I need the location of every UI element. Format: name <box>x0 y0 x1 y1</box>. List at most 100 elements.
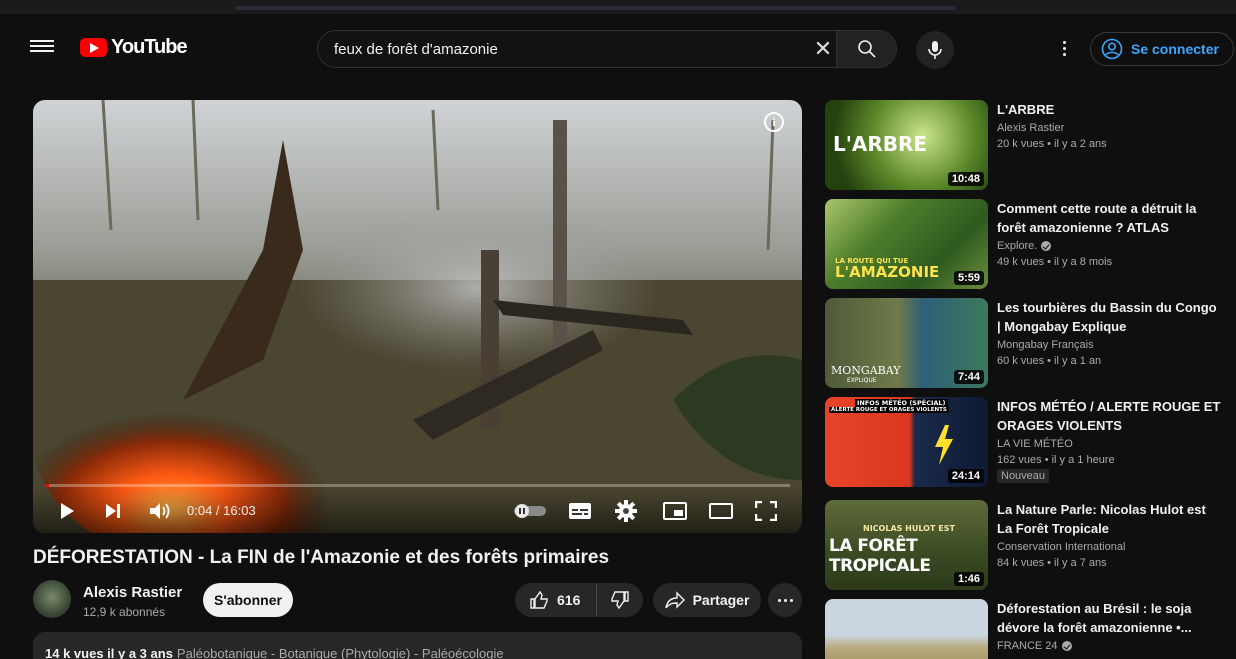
description-tags[interactable]: Paléobotanique - Botanique (Phytologie) … <box>177 646 504 659</box>
clear-icon[interactable]: ✕ <box>810 36 836 62</box>
related-title: Comment cette route a détruit la forêt a… <box>997 201 1197 235</box>
like-button[interactable]: 616 <box>515 583 597 617</box>
thumbnail: MONGABAY EXPLIQUE 7:44 <box>825 298 988 388</box>
related-title: Déforestation au Brésil : le soja dévore… <box>997 601 1192 635</box>
video-frame <box>33 100 802 533</box>
share-icon <box>664 591 685 609</box>
settings-icon <box>615 500 637 522</box>
info-icon[interactable]: i <box>764 112 784 132</box>
video-player[interactable]: i 0:04 / 16:03 <box>33 100 802 533</box>
logo-text: YouTube <box>111 36 188 58</box>
related-title: L'ARBRE <box>997 102 1055 117</box>
theater-icon <box>709 503 733 519</box>
related-channel: LA VIE MÉTÉO <box>997 438 1073 450</box>
related-video[interactable]: NICOLAS HULOT EST LA FORÊT TROPICALE 1:4… <box>825 500 1225 592</box>
account-icon <box>1101 38 1123 60</box>
lightning-icon <box>935 425 953 465</box>
theater-button[interactable] <box>707 499 735 523</box>
related-stats: 162 vues • il y a 1 heure <box>997 454 1115 466</box>
next-button[interactable] <box>101 499 125 523</box>
thumbnail-text: L'ARBRE <box>833 132 928 156</box>
related-stats: 20 k vues • il y a 2 ans <box>997 138 1107 150</box>
related-stats: 84 k vues • il y a 7 ans <box>997 557 1107 569</box>
share-button[interactable]: Partager <box>653 583 761 617</box>
menu-icon[interactable] <box>30 37 54 57</box>
thumbnail-text-secondary: NICOLAS HULOT EST <box>863 524 955 533</box>
more-horiz-icon[interactable] <box>768 583 802 617</box>
search-button[interactable] <box>836 31 896 67</box>
signin-label: Se connecter <box>1131 41 1219 57</box>
thumbnail-text: L'AMAZONIE <box>835 263 940 281</box>
thumbnail-text: MONGABAY <box>831 364 901 377</box>
related-video[interactable]: MONGABAY EXPLIQUE 7:44 Les tourbières du… <box>825 298 1225 390</box>
subscribe-button[interactable]: S'abonner <box>203 583 293 617</box>
related-video[interactable]: LA ROUTE QUI TUE L'AMAZONIE 5:59 Comment… <box>825 199 1225 291</box>
duration-badge: 7:44 <box>953 370 984 384</box>
related-channel: Mongabay Français <box>997 339 1094 351</box>
related-title: INFOS MÉTÉO / ALERTE ROUGE ET ORAGES VIO… <box>997 399 1221 433</box>
thumbnail-text: LA FORÊT TROPICALE <box>829 536 931 576</box>
thumbnail: L'ARBRE 10:48 <box>825 100 988 190</box>
duration-badge: 10:48 <box>947 172 984 186</box>
related-channel: FRANCE 24 <box>997 640 1222 652</box>
verified-icon <box>1041 241 1052 251</box>
miniplayer-button[interactable] <box>661 499 689 523</box>
related-title: La Nature Parle: Nicolas Hulot est La Fo… <box>997 502 1206 536</box>
dislike-button[interactable] <box>597 583 643 617</box>
description-meta: 14 k vues il y a 3 ans Paléobotanique - B… <box>45 646 504 659</box>
video-title: DÉFORESTATION - La FIN de l'Amazonie et … <box>33 547 610 568</box>
fullscreen-button[interactable] <box>753 499 779 523</box>
related-title: Les tourbières du Bassin du Congo | Mong… <box>997 300 1217 334</box>
duration-badge: 24:14 <box>947 469 984 483</box>
search-icon <box>857 40 876 58</box>
thumbnail <box>825 599 988 659</box>
top-strip-line <box>235 6 955 10</box>
time-display: 0:04 / 16:03 <box>187 503 256 518</box>
subtitles-button[interactable] <box>567 499 593 523</box>
thumbnail: INFOS MÉTÉO (SPÉCIAL) ALERTE ROUGE ET OR… <box>825 397 988 487</box>
mic-icon <box>928 41 942 59</box>
play-icon <box>61 503 74 519</box>
thumbnail: NICOLAS HULOT EST LA FORÊT TROPICALE 1:4… <box>825 500 988 590</box>
youtube-logo-icon <box>80 38 107 57</box>
dislike-icon <box>611 591 629 610</box>
masthead: YouTube ✕ Se connecter <box>0 14 1236 82</box>
browser-top-strip <box>0 0 1236 14</box>
autoplay-toggle-icon <box>514 504 546 518</box>
fullscreen-icon <box>755 501 777 521</box>
youtube-logo[interactable]: YouTube <box>80 36 188 59</box>
duration-badge: 5:59 <box>953 271 984 285</box>
channel-name[interactable]: Alexis Rastier <box>83 584 182 601</box>
related-video[interactable]: Déforestation au Brésil : le soja dévore… <box>825 599 1225 659</box>
like-dislike-group: 616 <box>515 583 643 617</box>
related-video[interactable]: L'ARBRE 10:48 L'ARBRE Alexis Rastier 20 … <box>825 100 1225 192</box>
volume-icon <box>150 503 170 519</box>
thumbnail-text: INFOS MÉTÉO (SPÉCIAL) <box>855 399 948 407</box>
verified-icon <box>1061 641 1072 651</box>
thumbnail: LA ROUTE QUI TUE L'AMAZONIE 5:59 <box>825 199 988 289</box>
new-badge: Nouveau <box>997 469 1050 483</box>
duration-badge: 1:46 <box>953 572 984 586</box>
related-channel: Conservation International <box>997 541 1126 553</box>
settings-button[interactable] <box>613 499 639 523</box>
related-video[interactable]: INFOS MÉTÉO (SPÉCIAL) ALERTE ROUGE ET OR… <box>825 397 1225 489</box>
play-button[interactable] <box>55 499 79 523</box>
like-count: 616 <box>557 592 581 608</box>
mic-button[interactable] <box>916 31 954 69</box>
search-input[interactable] <box>318 40 798 58</box>
autoplay-toggle[interactable] <box>513 499 547 523</box>
progress-fill <box>45 484 49 487</box>
more-vert-icon[interactable] <box>1052 36 1076 60</box>
thumbnail-text-secondary: ALERTE ROUGE ET ORAGES VIOLENTS <box>829 407 949 413</box>
views-date: 14 k vues il y a 3 ans <box>45 646 173 659</box>
miniplayer-icon <box>663 502 687 520</box>
avatar[interactable] <box>33 580 71 618</box>
progress-bar[interactable] <box>45 484 790 487</box>
next-icon <box>106 504 120 518</box>
signin-button[interactable]: Se connecter <box>1090 32 1234 66</box>
description-box[interactable]: 14 k vues il y a 3 ans Paléobotanique - B… <box>33 632 802 659</box>
volume-button[interactable] <box>147 499 173 523</box>
like-icon <box>530 590 548 609</box>
subtitles-icon <box>569 503 591 519</box>
subscriber-count: 12,9 k abonnés <box>83 605 166 619</box>
